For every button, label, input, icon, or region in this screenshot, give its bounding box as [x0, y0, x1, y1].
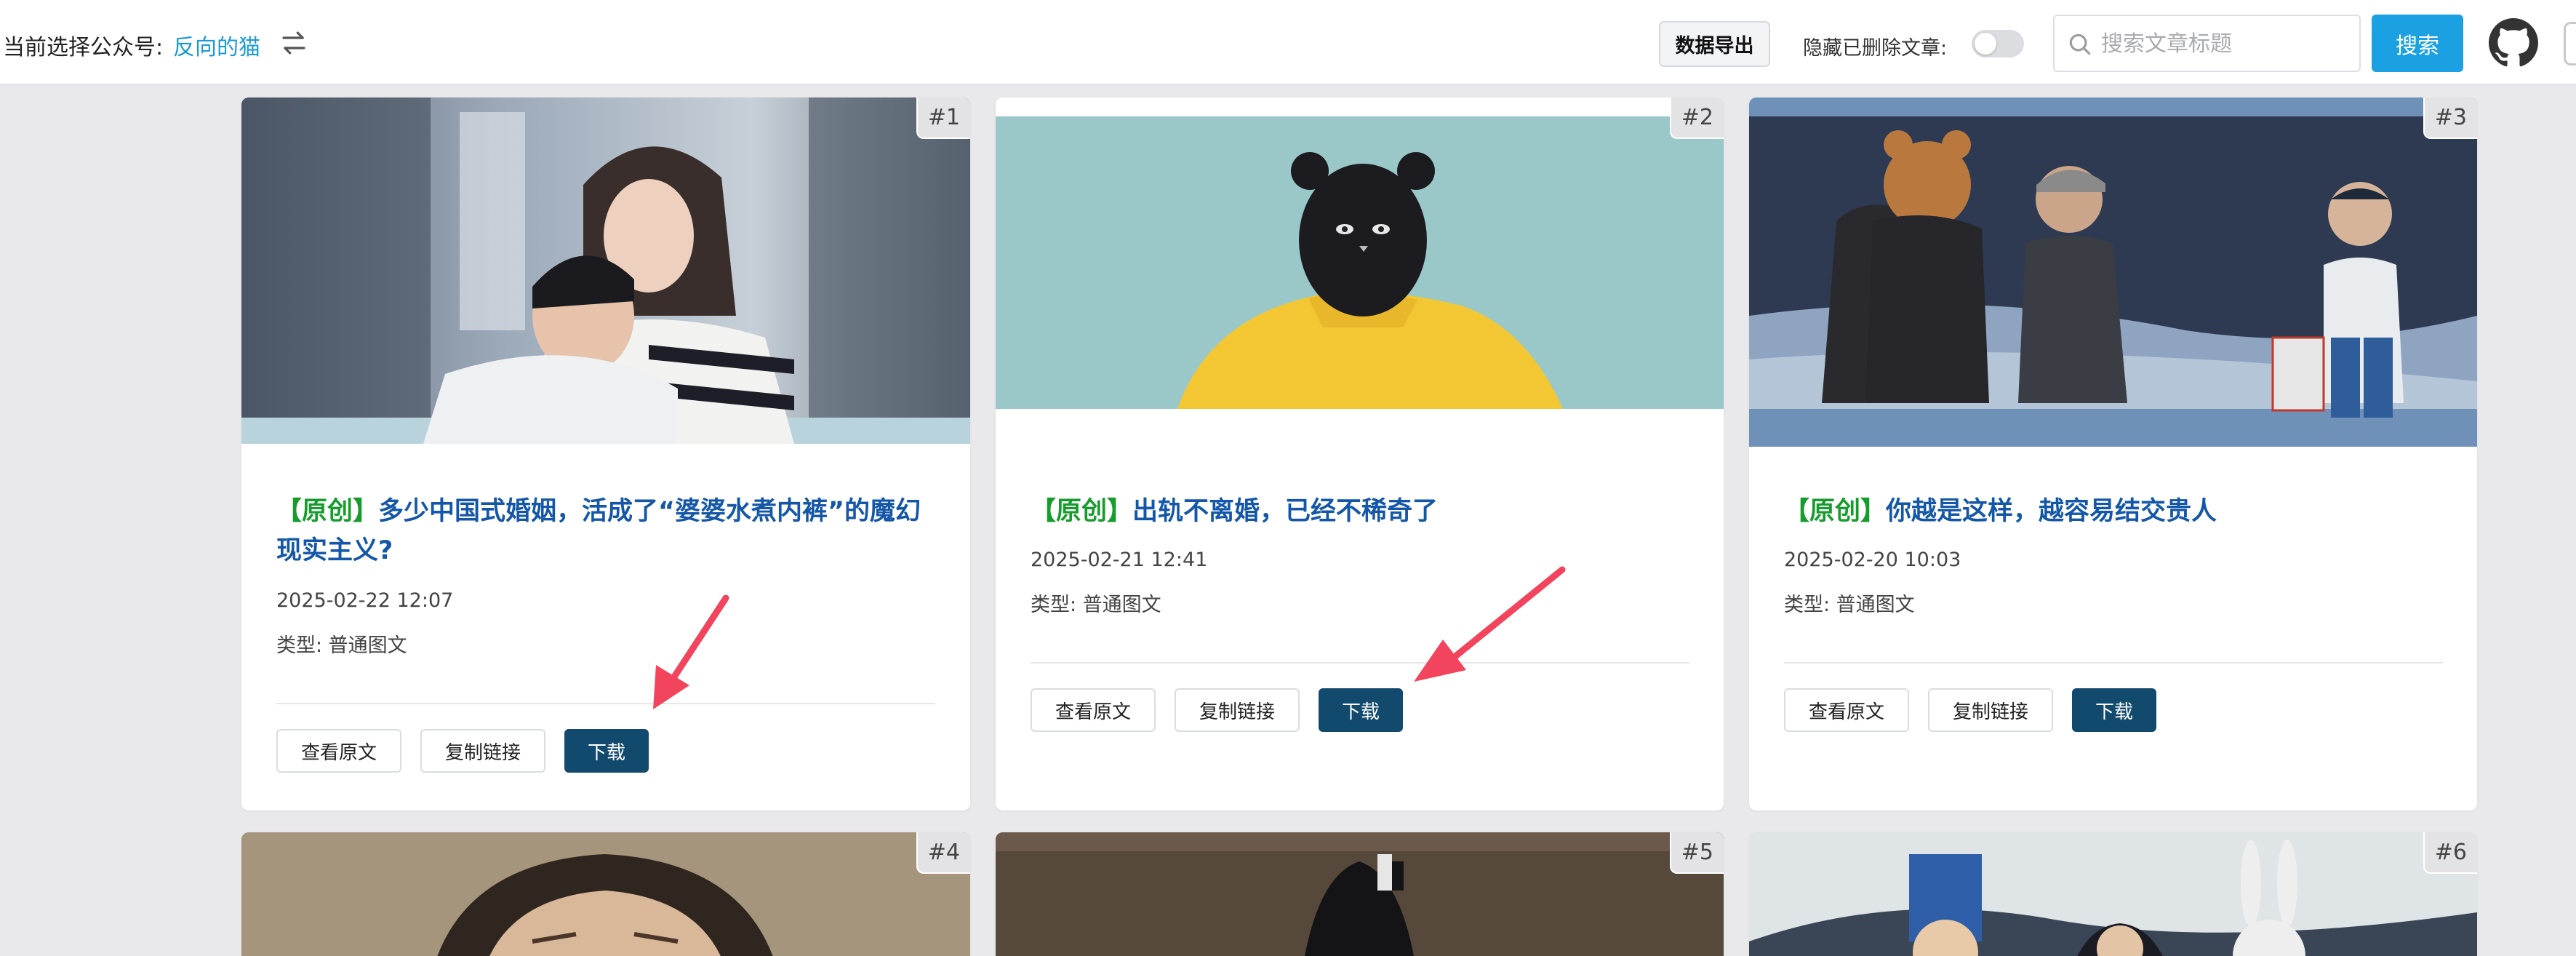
export-data-button[interactable]: 数据导出 — [1659, 21, 1770, 67]
top-bar: 当前选择公众号: 反向的猫 数据导出 隐藏已删除文章: 搜索 — [0, 0, 2576, 85]
download-button[interactable]: 下载 — [564, 729, 649, 773]
article-title[interactable]: 【原创】多少中国式婚姻，活成了“婆婆水煮内裤”的魔幻现实主义? — [276, 492, 945, 570]
article-date: 2025-02-21 12:41 — [1031, 549, 1208, 571]
article-card: #5 — [996, 832, 1724, 956]
download-button[interactable]: 下载 — [2072, 688, 2156, 732]
article-title-text: 出轨不离婚，已经不稀奇了 — [1132, 497, 1439, 526]
view-original-button[interactable]: 查看原文 — [1031, 688, 1156, 732]
article-card: #1 【原创】多少中国式婚姻，活成了“婆婆水煮内裤”的魔幻现实主义? 2025-… — [241, 97, 970, 810]
window-edge — [2564, 22, 2576, 65]
article-type: 类型: 普通图文 — [276, 634, 407, 657]
swap-icon[interactable] — [279, 28, 309, 58]
article-title[interactable]: 【原创】你越是这样，越容易结交贵人 — [1784, 492, 2453, 531]
article-cover-image[interactable] — [996, 832, 1724, 956]
article-index-badge: #5 — [1669, 832, 1724, 874]
article-index-badge: #1 — [916, 97, 970, 139]
article-index-badge: #3 — [2423, 97, 2477, 139]
copy-link-button[interactable]: 复制链接 — [1175, 688, 1300, 732]
article-type: 类型: 普通图文 — [1784, 594, 1915, 616]
article-title[interactable]: 【原创】出轨不离婚，已经不稀奇了 — [1031, 492, 1700, 531]
article-index-badge: #6 — [2423, 832, 2477, 874]
article-card: #6 — [1749, 832, 2477, 956]
search-icon — [2069, 33, 2091, 55]
article-card: #3 【原创】你越是这样，越容易结交贵人 2025-02-20 10:03 类型… — [1749, 97, 2477, 810]
account-name-link[interactable]: 反向的猫 — [173, 29, 260, 61]
copy-link-button[interactable]: 复制链接 — [420, 729, 545, 773]
article-type: 类型: 普通图文 — [1031, 594, 1161, 616]
search-input[interactable] — [2101, 22, 2348, 65]
article-date: 2025-02-22 12:07 — [276, 589, 454, 612]
original-tag: 【原创】 — [1784, 497, 1887, 526]
article-cover-image[interactable] — [1749, 832, 2477, 956]
article-cover-image[interactable] — [241, 832, 970, 956]
article-cover-image[interactable] — [241, 97, 970, 444]
view-original-button[interactable]: 查看原文 — [276, 729, 401, 773]
card-divider — [276, 703, 935, 704]
article-card: #4 — [241, 832, 970, 956]
download-button[interactable]: 下载 — [1319, 688, 1403, 732]
original-tag: 【原创】 — [276, 497, 379, 526]
copy-link-button[interactable]: 复制链接 — [1928, 688, 2053, 732]
hide-deleted-label: 隐藏已删除文章: — [1803, 37, 1948, 60]
search-box — [2053, 15, 2361, 72]
toggle-knob — [1975, 33, 1996, 55]
article-index-badge: #2 — [1669, 97, 1724, 139]
hide-deleted-toggle[interactable] — [1972, 30, 2024, 57]
view-original-button[interactable]: 查看原文 — [1784, 688, 1909, 732]
article-cover-image[interactable] — [996, 116, 1724, 409]
card-divider — [1031, 662, 1689, 664]
article-title-text: 你越是这样，越容易结交贵人 — [1886, 497, 2217, 526]
original-tag: 【原创】 — [1031, 497, 1133, 526]
search-button[interactable]: 搜索 — [2372, 15, 2463, 72]
account-label: 当前选择公众号: — [3, 35, 164, 60]
github-icon[interactable] — [2489, 18, 2538, 68]
card-divider — [1784, 662, 2443, 664]
article-date: 2025-02-20 10:03 — [1784, 549, 1961, 571]
article-cover-image[interactable] — [1749, 97, 2477, 447]
article-index-badge: #4 — [916, 832, 970, 874]
article-card: #2 【原创】出轨不离婚，已经不稀奇了 2025-02-21 12:41 类型:… — [996, 97, 1724, 810]
